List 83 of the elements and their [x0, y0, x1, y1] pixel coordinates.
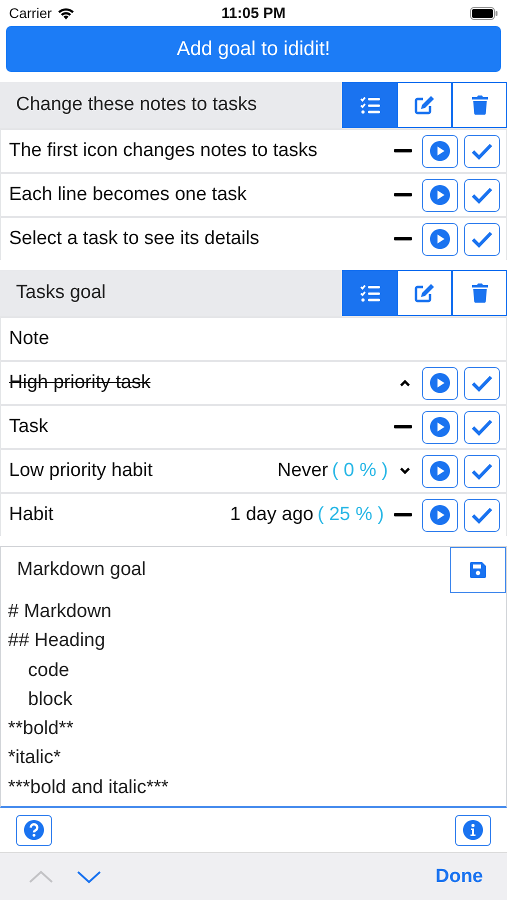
start-button[interactable]: [422, 178, 458, 212]
wifi-icon: [56, 6, 75, 20]
task-text: High priority task: [9, 372, 150, 394]
start-button[interactable]: [422, 366, 458, 400]
task-row[interactable]: The first icon changes notes to tasks: [1, 130, 506, 172]
task-row[interactable]: Habit 1 day ago ( 25 % ): [1, 494, 506, 536]
checklist-button[interactable]: [342, 82, 397, 128]
task-row[interactable]: Each line becomes one task: [1, 174, 506, 216]
play-icon: [429, 372, 451, 394]
goal-title: Markdown goal: [16, 559, 147, 581]
edit-button[interactable]: [397, 270, 452, 316]
add-goal-button[interactable]: Add goal to ididit!: [6, 26, 501, 72]
task-row[interactable]: Select a task to see its details: [1, 218, 506, 260]
checkmark-icon: [471, 186, 493, 204]
progress-percent: ( 25 % ): [317, 504, 384, 526]
markdown-line: block: [27, 688, 74, 712]
help-icon: [23, 819, 45, 842]
carrier-label: Carrier: [9, 5, 52, 21]
trash-icon: [470, 283, 488, 303]
last-done-text: 1 day ago: [230, 504, 314, 526]
task-row[interactable]: High priority task: [1, 362, 506, 404]
markdown-line: code: [27, 658, 70, 683]
markdown-line: **bold**: [7, 717, 74, 742]
complete-button[interactable]: [464, 410, 500, 444]
task-text: Low priority habit: [9, 460, 153, 482]
markdown-line: *italic*: [7, 746, 62, 770]
delete-button[interactable]: [452, 270, 507, 316]
checkmark-icon: [471, 374, 493, 392]
clock-time: 11:05 PM: [221, 4, 286, 22]
task-row[interactable]: Low priority habit Never ( 0 % ): [1, 450, 506, 492]
task-text: The first icon changes notes to tasks: [9, 140, 318, 162]
complete-button[interactable]: [464, 222, 500, 256]
task-text: Task: [9, 416, 48, 438]
start-button[interactable]: [422, 134, 458, 168]
edit-icon: [414, 95, 436, 115]
edit-button[interactable]: [397, 82, 452, 128]
checkmark-icon: [471, 142, 493, 160]
info-icon: [462, 819, 484, 842]
last-done-text: Never: [277, 460, 328, 482]
checkmark-icon: [471, 230, 493, 248]
checklist-icon: [360, 284, 380, 302]
markdown-line: ***bold and italic***: [7, 776, 170, 800]
play-icon: [429, 184, 451, 206]
start-button[interactable]: [422, 498, 458, 532]
info-button[interactable]: [455, 814, 491, 846]
help-button[interactable]: [16, 814, 52, 846]
checklist-icon: [360, 96, 380, 114]
complete-button[interactable]: [464, 498, 500, 532]
task-text: Select a task to see its details: [9, 228, 260, 250]
battery-icon: [470, 6, 498, 20]
task-row[interactable]: Task: [1, 406, 506, 448]
done-button[interactable]: Done: [436, 866, 483, 888]
complete-button[interactable]: [464, 454, 500, 488]
checkmark-icon: [471, 462, 493, 480]
play-icon: [429, 140, 451, 162]
markdown-line: # Markdown: [7, 600, 112, 624]
progress-percent: ( 0 % ): [332, 460, 388, 482]
edit-icon: [414, 283, 436, 303]
play-icon: [429, 460, 451, 482]
markdown-line: ## Heading: [7, 629, 106, 654]
delete-button[interactable]: [452, 82, 507, 128]
task-text: Habit: [9, 504, 54, 526]
play-icon: [429, 504, 451, 526]
goal-title: Change these notes to tasks: [15, 94, 258, 116]
save-button[interactable]: [450, 547, 506, 593]
checklist-button[interactable]: [342, 270, 397, 316]
checkmark-icon: [471, 418, 493, 436]
play-icon: [429, 416, 451, 438]
checkmark-icon: [471, 506, 493, 524]
task-text: Each line becomes one task: [9, 184, 247, 206]
note-text: Note: [9, 328, 50, 350]
complete-button[interactable]: [464, 366, 500, 400]
trash-icon: [470, 95, 488, 115]
task-row[interactable]: Note: [1, 318, 506, 360]
start-button[interactable]: [422, 222, 458, 256]
start-button[interactable]: [422, 410, 458, 444]
complete-button[interactable]: [464, 178, 500, 212]
play-icon: [429, 228, 451, 250]
start-button[interactable]: [422, 454, 458, 488]
complete-button[interactable]: [464, 134, 500, 168]
chevron-down-icon[interactable]: [76, 868, 102, 885]
goal-title: Tasks goal: [15, 282, 107, 304]
markdown-editor[interactable]: Markdown goal # Markdown ## Heading code block **bold** *italic* ***bold and italic***: [0, 546, 507, 808]
